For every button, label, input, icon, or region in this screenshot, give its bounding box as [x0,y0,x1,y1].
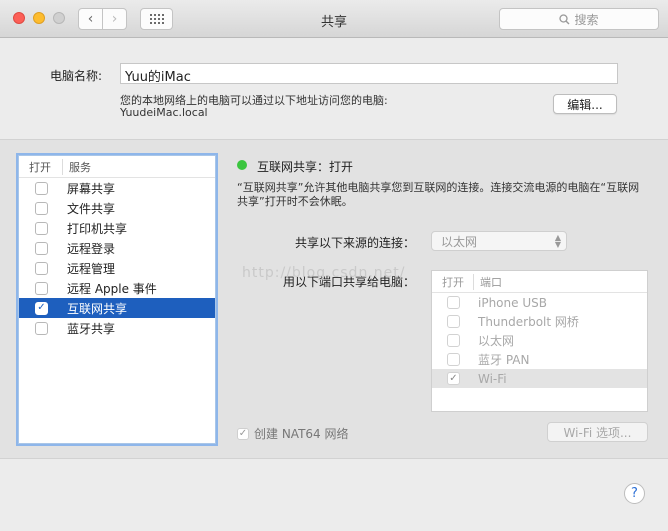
sharing-pane: 打开 服务 屏幕共享文件共享打印机共享远程登录远程管理远程 Apple 事件 ✓ 互… [0,139,668,459]
service-checkbox[interactable] [35,201,48,215]
col-service: 服务 [69,160,91,174]
title-bar: ‹ › 共享 搜索 [0,0,668,38]
computer-name-section: 电脑名称: Yuu的iMac 您的本地网络上的电脑可以通过以下地址访问您的电脑:… [0,39,668,139]
help-button[interactable]: ? [624,483,645,504]
search-placeholder: 搜索 [574,12,599,27]
wifi-options-button[interactable]: Wi-Fi 选项... [547,422,648,442]
service-row[interactable]: 打印机共享 [19,218,215,238]
service-label: 远程管理 [67,261,116,276]
status-indicator [237,160,247,170]
port-row[interactable]: 蓝牙 PAN [432,350,647,369]
service-row[interactable]: 屏幕共享 [19,178,215,198]
port-checkbox[interactable] [447,315,460,328]
service-row[interactable]: 远程登录 [19,238,215,258]
search-field[interactable]: 搜索 [499,8,659,30]
updown-arrows-icon: ▲ ▼ [554,233,561,249]
service-row[interactable]: ✓ 互联网共享 [19,298,215,318]
port-label: 蓝牙 PAN [478,353,530,367]
share-from-value: 以太网 [441,234,478,249]
service-list[interactable]: 打开 服务 屏幕共享文件共享打印机共享远程登录远程管理远程 Apple 事件 ✓ 互… [18,155,216,444]
port-label: 以太网 [478,334,515,348]
port-row[interactable]: ✓ Wi-Fi [432,369,647,388]
local-hostname: YuudeiMac.local [120,106,208,119]
port-checkbox[interactable] [447,296,460,309]
port-checkbox[interactable]: ✓ [447,372,460,385]
port-row[interactable]: Thunderbolt 网桥 [432,312,647,331]
service-label: 屏幕共享 [67,181,116,196]
service-label: 互联网共享 [67,301,128,316]
nat64-option[interactable]: ✓ 创建 NAT64 网络 [237,425,348,442]
service-checkbox[interactable]: ✓ [35,301,48,315]
share-from-popup[interactable]: 以太网 ▲ ▼ [431,231,567,251]
port-col-on: 打开 [432,273,474,290]
status-text: 互联网共享：打开 [257,160,354,174]
port-label: iPhone USB [478,295,547,310]
port-col-port: 端口 [480,275,502,289]
service-description: “互联网共享”允许其他电脑共享您到互联网的连接。连接交流电源的电脑在“互联网共享… [237,181,640,208]
search-icon [559,13,570,24]
service-row[interactable]: 远程管理 [19,258,215,278]
nat64-label: 创建 NAT64 网络 [254,427,349,441]
nat64-checkbox[interactable]: ✓ [237,427,249,440]
service-row[interactable]: 蓝牙共享 [19,318,215,338]
service-row[interactable]: 文件共享 [19,198,215,218]
port-list[interactable]: 打开 端口 iPhone USB Thunderbolt 网桥 以太网蓝牙 PAN ✓… [431,270,648,412]
col-on: 打开 [19,158,63,175]
share-from-label: 共享以下来源的连接： [295,236,416,250]
computer-name-input[interactable]: Yuu的iMac [120,63,618,85]
port-label: Thunderbolt 网桥 [478,315,579,329]
port-label: Wi-Fi [478,371,507,386]
port-row[interactable]: 以太网 [432,331,647,350]
port-list-header: 打开 端口 [432,271,647,293]
service-label: 文件共享 [67,201,116,216]
service-checkbox[interactable] [35,181,48,195]
service-checkbox[interactable] [35,241,48,255]
computer-name-label: 电脑名称: [50,69,103,83]
service-label: 蓝牙共享 [67,321,116,336]
service-label: 远程登录 [67,241,116,256]
port-row[interactable]: iPhone USB [432,293,647,312]
edit-button[interactable]: 编辑... [553,94,617,114]
service-checkbox[interactable] [35,321,48,335]
service-label: 打印机共享 [67,221,128,236]
service-checkbox[interactable] [35,281,48,295]
port-checkbox[interactable] [447,334,460,347]
port-checkbox[interactable] [447,353,460,366]
share-to-label: 用以下端口共享给电脑： [283,275,416,289]
service-label: 远程 Apple 事件 [67,281,157,296]
service-row[interactable]: 远程 Apple 事件 [19,278,215,298]
service-list-header: 打开 服务 [19,156,215,178]
service-checkbox[interactable] [35,261,48,275]
service-checkbox[interactable] [35,221,48,235]
